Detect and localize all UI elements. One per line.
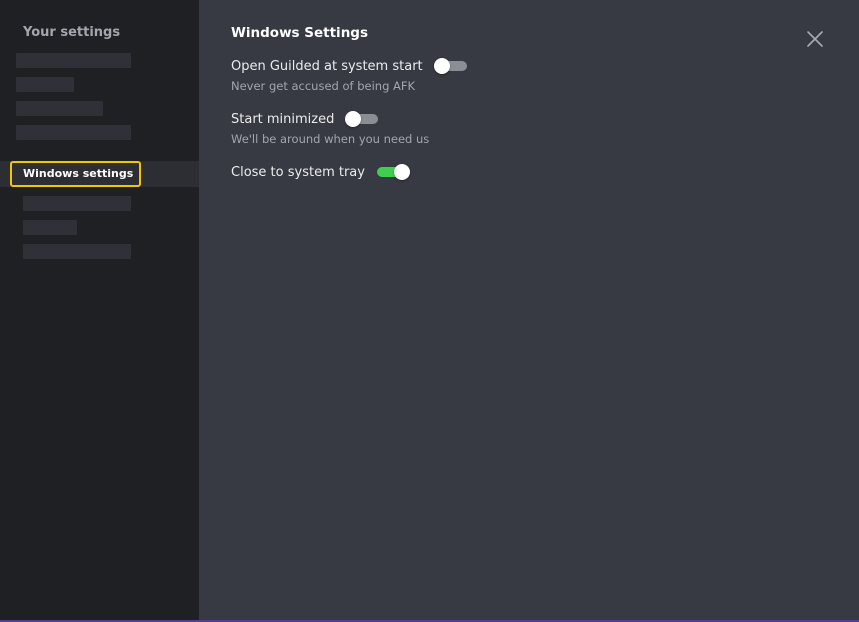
start-minimized-toggle[interactable]: [345, 111, 379, 127]
setting-description: We'll be around when you need us: [231, 132, 430, 146]
sidebar: Your settings Windows settings: [0, 0, 199, 620]
setting-label: Close to system tray: [231, 164, 365, 180]
sidebar-heading: Your settings: [23, 25, 121, 40]
setting-open-at-startup: Open Guilded at system start Never get a…: [231, 56, 467, 93]
close-icon: [807, 31, 823, 47]
setting-start-minimized: Start minimized We'll be around when you…: [231, 109, 429, 146]
sidebar-item-placeholder[interactable]: [16, 125, 131, 140]
toggle-knob: [433, 58, 450, 74]
sidebar-item-placeholder[interactable]: [16, 101, 103, 116]
sidebar-item-placeholder[interactable]: [16, 53, 131, 68]
open-at-startup-toggle[interactable]: [433, 58, 467, 74]
sidebar-item-placeholder[interactable]: [16, 77, 74, 92]
setting-label: Start minimized: [231, 111, 335, 127]
close-button[interactable]: [804, 28, 826, 50]
close-to-tray-toggle[interactable]: [376, 164, 410, 180]
setting-label: Open Guilded at system start: [231, 58, 423, 74]
sidebar-item-placeholder[interactable]: [23, 220, 77, 235]
sidebar-item-placeholder[interactable]: [23, 196, 131, 211]
settings-window: Your settings Windows settings Windows S…: [0, 0, 859, 622]
page-title: Windows Settings: [231, 25, 368, 41]
toggle-knob: [393, 164, 410, 180]
sidebar-item-windows-settings[interactable]: Windows settings: [10, 161, 142, 187]
setting-description: Never get accused of being AFK: [231, 79, 416, 93]
toggle-knob: [345, 111, 362, 127]
setting-close-to-tray: Close to system tray: [231, 162, 410, 182]
sidebar-item-placeholder[interactable]: [23, 244, 131, 259]
